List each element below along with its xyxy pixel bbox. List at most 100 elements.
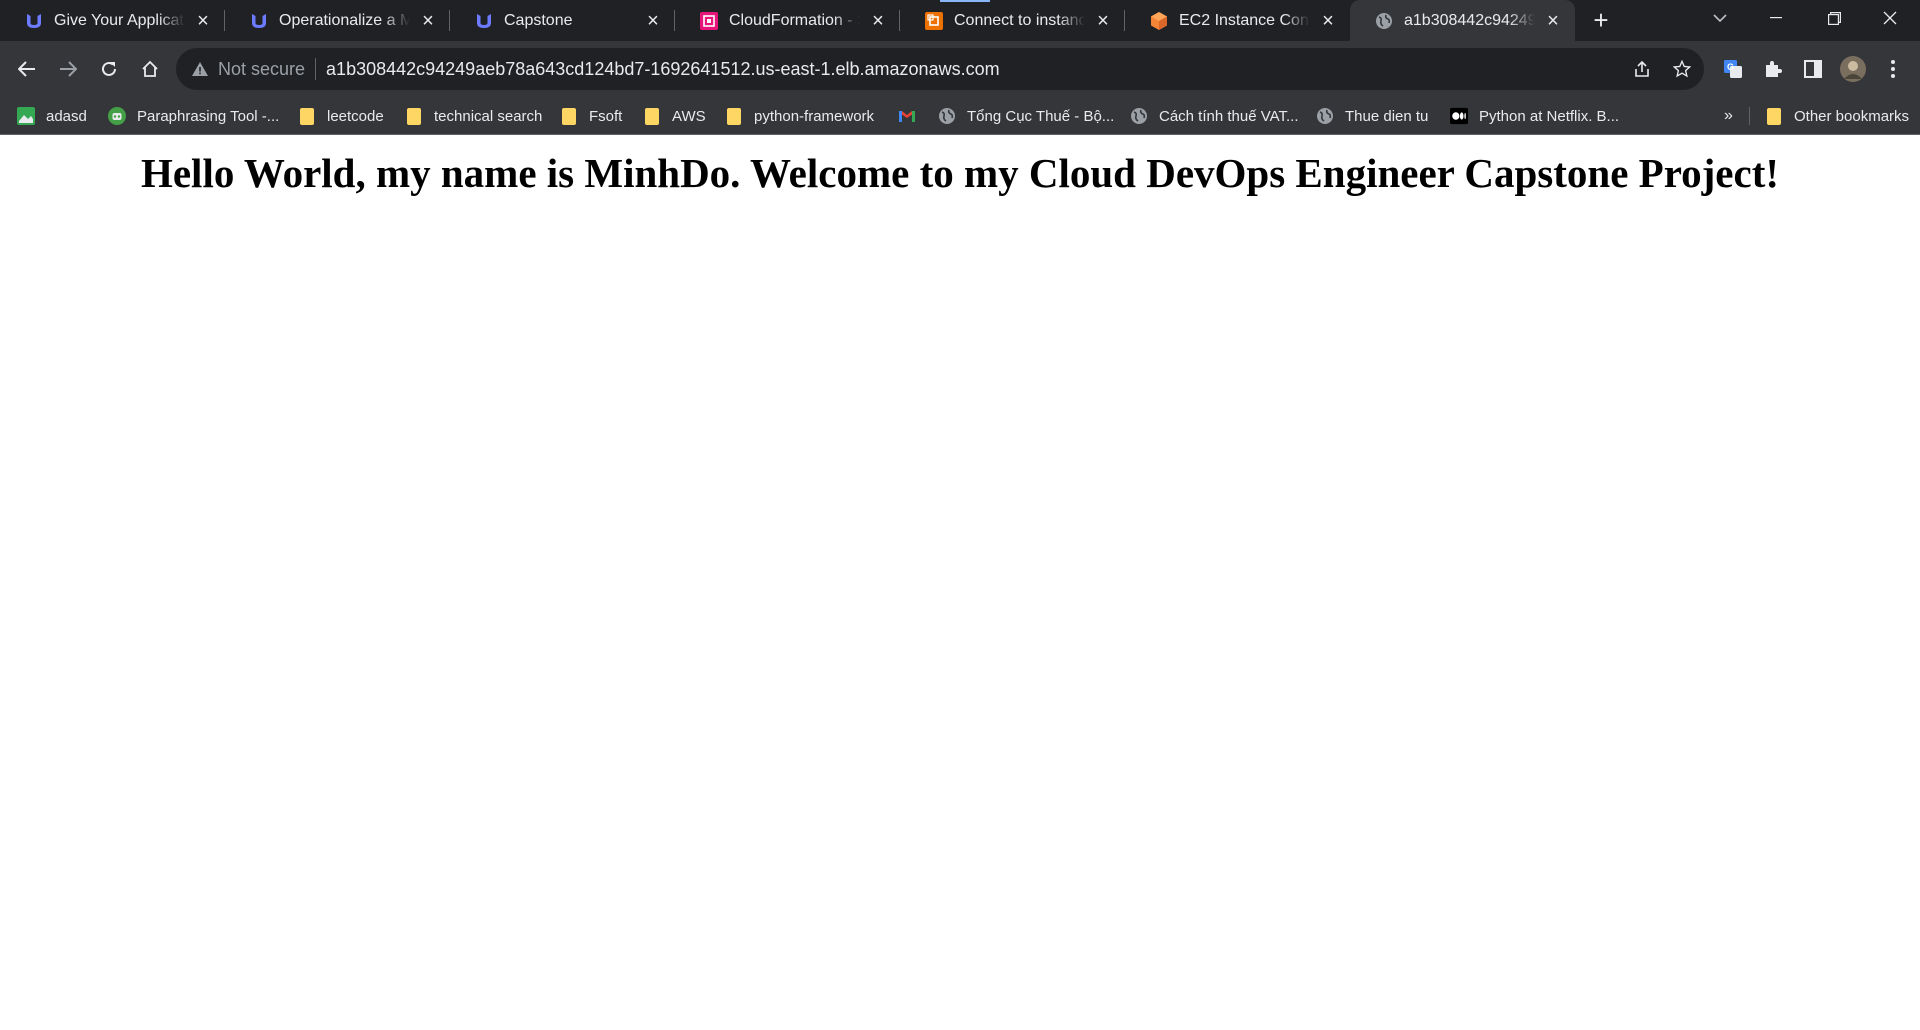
bookmark-paraphrasing-tool[interactable]: Paraphrasing Tool -...	[108, 97, 279, 135]
bookmark-fsoft[interactable]: Fsoft	[560, 97, 622, 135]
tab-search-button[interactable]	[1700, 0, 1740, 36]
minimize-icon	[1770, 17, 1782, 19]
globe-icon	[1130, 107, 1148, 125]
close-window-button[interactable]	[1862, 0, 1918, 36]
reload-icon	[102, 61, 116, 76]
extensions-button[interactable]	[1753, 49, 1793, 89]
bookmark-adasd[interactable]: adasd	[17, 97, 87, 135]
bookmarks-bar: adasd Paraphrasing Tool -... leetcode te…	[0, 97, 1920, 135]
folder-icon	[725, 107, 743, 125]
globe-icon	[1374, 11, 1394, 31]
globe-icon	[1316, 107, 1334, 125]
bookmark-technical-search[interactable]: technical search	[405, 97, 542, 135]
aws-cube-icon	[1149, 11, 1169, 31]
share-button[interactable]	[1622, 48, 1662, 90]
bookmarks-overflow-button[interactable]: »	[1724, 97, 1733, 135]
tab-operationalize[interactable]: Operationalize a Machine ×	[225, 0, 450, 41]
puzzle-icon	[1766, 61, 1782, 77]
page-heading: Hello World, my name is MinhDo. Welcome …	[140, 150, 1780, 196]
side-panel-button[interactable]	[1793, 49, 1833, 89]
close-icon[interactable]: ×	[868, 11, 888, 31]
arrow-right-icon	[60, 61, 77, 77]
close-icon[interactable]: ×	[1093, 11, 1113, 31]
overflow-chevron-icon: »	[1724, 107, 1733, 124]
page-content: Hello World, my name is MinhDo. Welcome …	[0, 135, 1920, 1030]
close-icon[interactable]: ×	[1543, 11, 1563, 31]
bookmark-leetcode[interactable]: leetcode	[298, 97, 384, 135]
restore-button[interactable]	[1806, 0, 1862, 36]
bookmark-aws[interactable]: AWS	[643, 97, 706, 135]
bookmark-label: Cách tính thuế VAT...	[1159, 107, 1299, 125]
menu-button[interactable]	[1873, 49, 1913, 89]
profile-avatar[interactable]	[1833, 49, 1873, 89]
security-label[interactable]: Not secure	[218, 59, 305, 80]
minimize-button[interactable]	[1748, 0, 1804, 36]
bookmark-label: Thue dien tu	[1345, 107, 1429, 125]
tab-title: Operationalize a Machine	[279, 11, 410, 29]
address-bar[interactable]: Not secure a1b308442c94249aeb78a643cd124…	[176, 48, 1704, 90]
globe-icon	[938, 107, 956, 125]
bookmark-label: Tổng Cục Thuế - Bộ...	[967, 107, 1115, 125]
bookmark-tong-cuc-thue[interactable]: Tổng Cục Thuế - Bộ...	[938, 97, 1114, 135]
back-button[interactable]	[7, 49, 47, 89]
close-icon[interactable]: ×	[643, 11, 663, 31]
bookmark-star-button[interactable]	[1662, 48, 1702, 90]
bookmark-thue-dien-tu[interactable]: Thue dien tu	[1316, 97, 1428, 135]
bookmarks-separator	[1749, 107, 1750, 125]
share-icon	[1635, 60, 1649, 77]
tab-title: CloudFormation - Stack	[729, 11, 860, 29]
folder-icon	[560, 107, 578, 125]
gmail-icon	[898, 107, 916, 125]
close-icon[interactable]: ×	[418, 11, 438, 31]
more-vert-icon	[1891, 60, 1895, 78]
bookmark-label: adasd	[46, 107, 87, 125]
tab-give-your-application[interactable]: Give Your Application ×	[0, 0, 225, 41]
separator	[315, 58, 317, 80]
tab-ec2-instance-connect[interactable]: EC2 Instance Connect ×	[1125, 0, 1350, 41]
warning-icon[interactable]	[190, 62, 210, 76]
bookmark-label: leetcode	[327, 107, 384, 125]
bookmark-python-framework[interactable]: python-framework	[725, 97, 874, 135]
browser-toolbar: Not secure a1b308442c94249aeb78a643cd124…	[0, 41, 1920, 97]
google-translate-button[interactable]: G	[1713, 49, 1753, 89]
bookmark-label: Fsoft	[589, 107, 623, 125]
restore-icon	[1827, 11, 1841, 25]
bookmark-python-at-netflix[interactable]: Python at Netflix. B...	[1450, 97, 1619, 135]
reload-button[interactable]	[89, 49, 129, 89]
side-panel-icon	[1804, 60, 1822, 78]
tab-capstone[interactable]: Capstone ×	[450, 0, 675, 41]
bookmark-cach-tinh-thue[interactable]: Cách tính thuế VAT...	[1130, 97, 1299, 135]
bookmark-label: python-framework	[754, 107, 875, 125]
arrow-left-icon	[18, 61, 35, 77]
home-button[interactable]	[130, 49, 170, 89]
medium-icon	[1450, 107, 1468, 125]
close-icon	[1883, 11, 1897, 25]
star-icon	[1673, 60, 1691, 78]
bookmark-gmail[interactable]	[898, 97, 927, 135]
bookmark-label: technical search	[434, 107, 543, 125]
folder-icon	[405, 107, 423, 125]
chevron-down-icon	[1713, 13, 1727, 22]
bookmark-label: Python at Netflix. B...	[1479, 107, 1620, 125]
translate-icon: G	[1724, 60, 1742, 78]
tab-title: a1b308442c94249aeb78a643cd124bd7	[1404, 11, 1535, 29]
new-tab-button[interactable]: +	[1581, 0, 1621, 41]
loading-indicator	[940, 0, 990, 2]
udacity-icon	[249, 11, 269, 31]
close-icon[interactable]: ×	[193, 11, 213, 31]
forward-button[interactable]	[48, 49, 88, 89]
close-icon[interactable]: ×	[1318, 11, 1338, 31]
tab-active-elb[interactable]: a1b308442c94249aeb78a643cd124bd7 ×	[1350, 0, 1575, 41]
tab-strip: Give Your Application × Operationalize a…	[0, 0, 1920, 41]
url-text[interactable]: a1b308442c94249aeb78a643cd124bd7-1692641…	[326, 59, 1000, 80]
home-icon	[142, 60, 158, 77]
bookmark-label: Other bookmarks	[1794, 107, 1910, 125]
tab-cloudformation[interactable]: CloudFormation - Stack ×	[675, 0, 900, 41]
tab-list: Give Your Application × Operationalize a…	[0, 0, 1621, 41]
cloudformation-icon	[699, 11, 719, 31]
svg-text:G: G	[1727, 62, 1734, 72]
udacity-icon	[24, 11, 44, 31]
tab-connect-to-instance[interactable]: Connect to instance | EC2 ×	[900, 0, 1125, 41]
bookmark-other-bookmarks[interactable]: Other bookmarks	[1765, 97, 1909, 135]
robot-icon	[108, 107, 126, 125]
